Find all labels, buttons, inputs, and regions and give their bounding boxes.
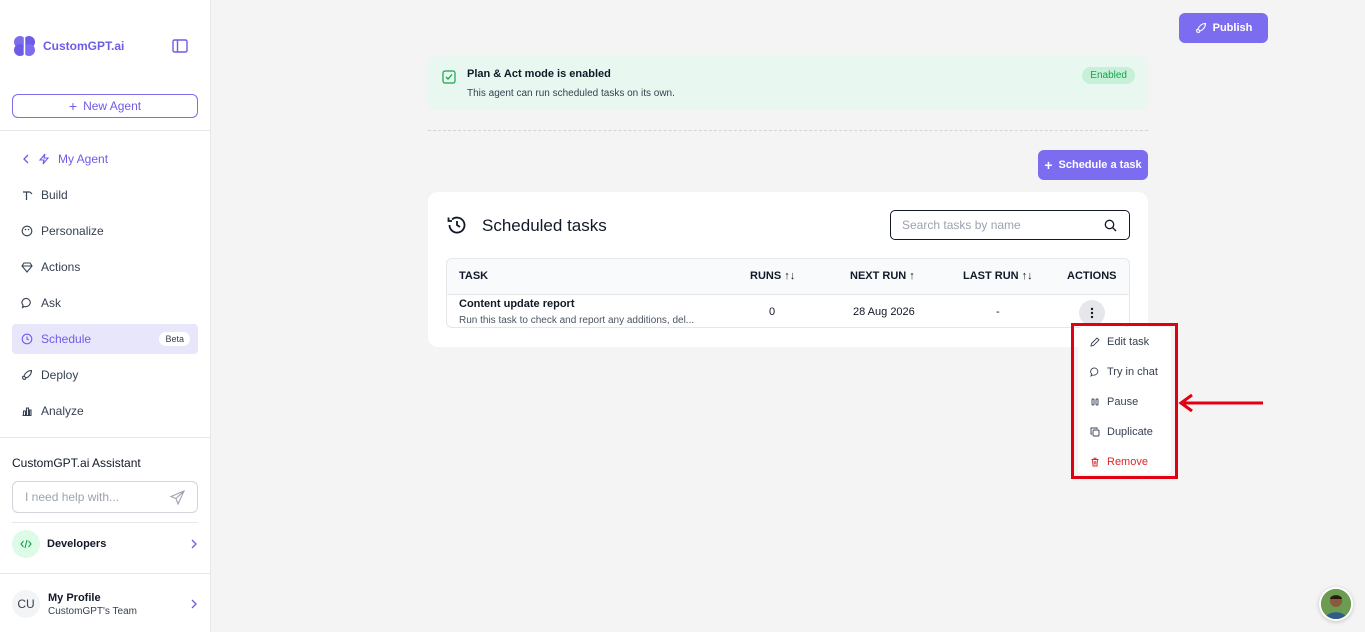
annotation-highlight-box (1071, 323, 1178, 479)
annotation-arrow-icon (1178, 393, 1263, 413)
plus-icon: + (68, 98, 78, 114)
column-next-run[interactable]: NEXT RUN ↑ (850, 270, 915, 282)
assistant-input[interactable]: I need help with... (12, 481, 198, 513)
tasks-table: TASK RUNS ↑↓ NEXT RUN ↑ LAST RUN ↑↓ ACTI… (446, 258, 1130, 328)
new-agent-button[interactable]: + New Agent (12, 94, 198, 118)
profile-name: My Profile (48, 591, 101, 604)
code-icon (12, 530, 40, 558)
kebab-menu-icon (1090, 307, 1094, 319)
send-icon[interactable] (170, 489, 185, 505)
scheduled-tasks-card: Scheduled tasks TASK RUNS ↑↓ NEXT RUN ↑ … (428, 192, 1148, 347)
divider (0, 437, 211, 438)
table-header: TASK RUNS ↑↓ NEXT RUN ↑ LAST RUN ↑↓ ACTI… (447, 259, 1129, 295)
sidebar-item-personalize[interactable]: Personalize (12, 216, 198, 246)
sidebar-item-schedule[interactable]: Schedule Beta (12, 324, 198, 354)
schedule-task-label: Schedule a task (1058, 159, 1142, 171)
card-title: Scheduled tasks (482, 216, 607, 235)
beta-badge: Beta (159, 332, 190, 346)
lightning-icon (38, 153, 50, 165)
sidebar-item-label: Ask (41, 296, 62, 310)
brand-name: CustomGPT.ai (43, 39, 125, 53)
profile-team: CustomGPT's Team (48, 605, 137, 617)
palette-icon (21, 225, 33, 237)
search-input[interactable] (902, 218, 1082, 232)
sidebar-item-label: Build (41, 188, 68, 202)
column-runs[interactable]: RUNS ↑↓ (750, 270, 795, 282)
sidebar-item-label: Schedule (41, 332, 92, 346)
task-runs: 0 (769, 306, 776, 318)
clock-icon (21, 333, 33, 345)
assistant-input-placeholder: I need help with... (25, 490, 120, 504)
sidebar-item-actions[interactable]: Actions (12, 252, 198, 282)
column-last-run[interactable]: LAST RUN ↑↓ (963, 270, 1033, 282)
hammer-icon (23, 191, 33, 200)
search-box (890, 210, 1130, 240)
plus-icon: + (1044, 157, 1053, 173)
sidebar-item-label: Personalize (41, 224, 104, 238)
task-name: Content update report (459, 298, 575, 310)
column-task: TASK (459, 270, 489, 282)
divider (12, 522, 198, 523)
sidebar-item-ask[interactable]: Ask (12, 288, 198, 318)
avatar: CU (12, 590, 40, 618)
profile-link[interactable]: CU My Profile CustomGPT's Team (12, 589, 198, 619)
assistant-title: CustomGPT.ai Assistant (12, 456, 141, 470)
history-icon (447, 216, 466, 234)
back-label: My Agent (58, 152, 109, 166)
chevron-right-icon (191, 539, 197, 549)
publish-button[interactable]: Publish (1179, 13, 1268, 43)
plan-act-banner: Plan & Act mode is enabled This agent ca… (428, 56, 1148, 110)
sidebar-item-analyze[interactable]: Analyze (12, 396, 198, 426)
dashed-divider (428, 130, 1148, 131)
person-avatar-icon (1321, 589, 1351, 619)
task-last-run: - (996, 306, 1000, 318)
divider (0, 573, 211, 574)
publish-label: Publish (1212, 22, 1253, 34)
banner-title: Plan & Act mode is enabled (467, 68, 611, 80)
search-icon[interactable] (1104, 219, 1117, 232)
sidebar-item-deploy[interactable]: Deploy (12, 360, 198, 390)
sidebar: CustomGPT.ai + New Agent My Agent Build … (0, 0, 211, 632)
sidebar-item-build[interactable]: Build (12, 180, 198, 210)
rocket-icon (21, 369, 33, 381)
chat-widget-avatar[interactable] (1319, 587, 1353, 621)
chevron-right-icon (191, 599, 197, 609)
column-actions: ACTIONS (1067, 270, 1117, 282)
sidebar-item-label: Analyze (41, 404, 84, 418)
sidebar-item-label: Deploy (41, 368, 79, 382)
gem-icon (21, 262, 33, 273)
status-badge: Enabled (1082, 67, 1135, 84)
table-row[interactable]: Content update report Run this task to c… (447, 295, 1129, 327)
rocket-icon (1195, 22, 1206, 34)
task-next-run: 28 Aug 2026 (853, 306, 915, 318)
chevron-left-icon (23, 154, 29, 164)
sidebar-toggle-icon[interactable] (172, 38, 188, 54)
task-description: Run this task to check and report any ad… (459, 315, 695, 326)
developers-link[interactable]: Developers (12, 530, 198, 558)
chat-bubble-icon (21, 297, 31, 309)
back-to-agent[interactable]: My Agent (12, 144, 198, 174)
checkbox-check-icon (442, 70, 456, 84)
banner-description: This agent can run scheduled tasks on it… (467, 88, 675, 99)
logo[interactable]: CustomGPT.ai (12, 34, 124, 58)
new-agent-label: New Agent (83, 99, 142, 113)
sidebar-nav: My Agent Build Personalize Actions Ask S… (12, 144, 198, 432)
schedule-task-button[interactable]: + Schedule a task (1038, 150, 1148, 180)
brain-logo-icon (14, 36, 35, 56)
bar-chart-icon (22, 407, 32, 417)
divider (0, 130, 211, 131)
developers-label: Developers (47, 538, 107, 550)
sidebar-item-label: Actions (41, 260, 81, 274)
